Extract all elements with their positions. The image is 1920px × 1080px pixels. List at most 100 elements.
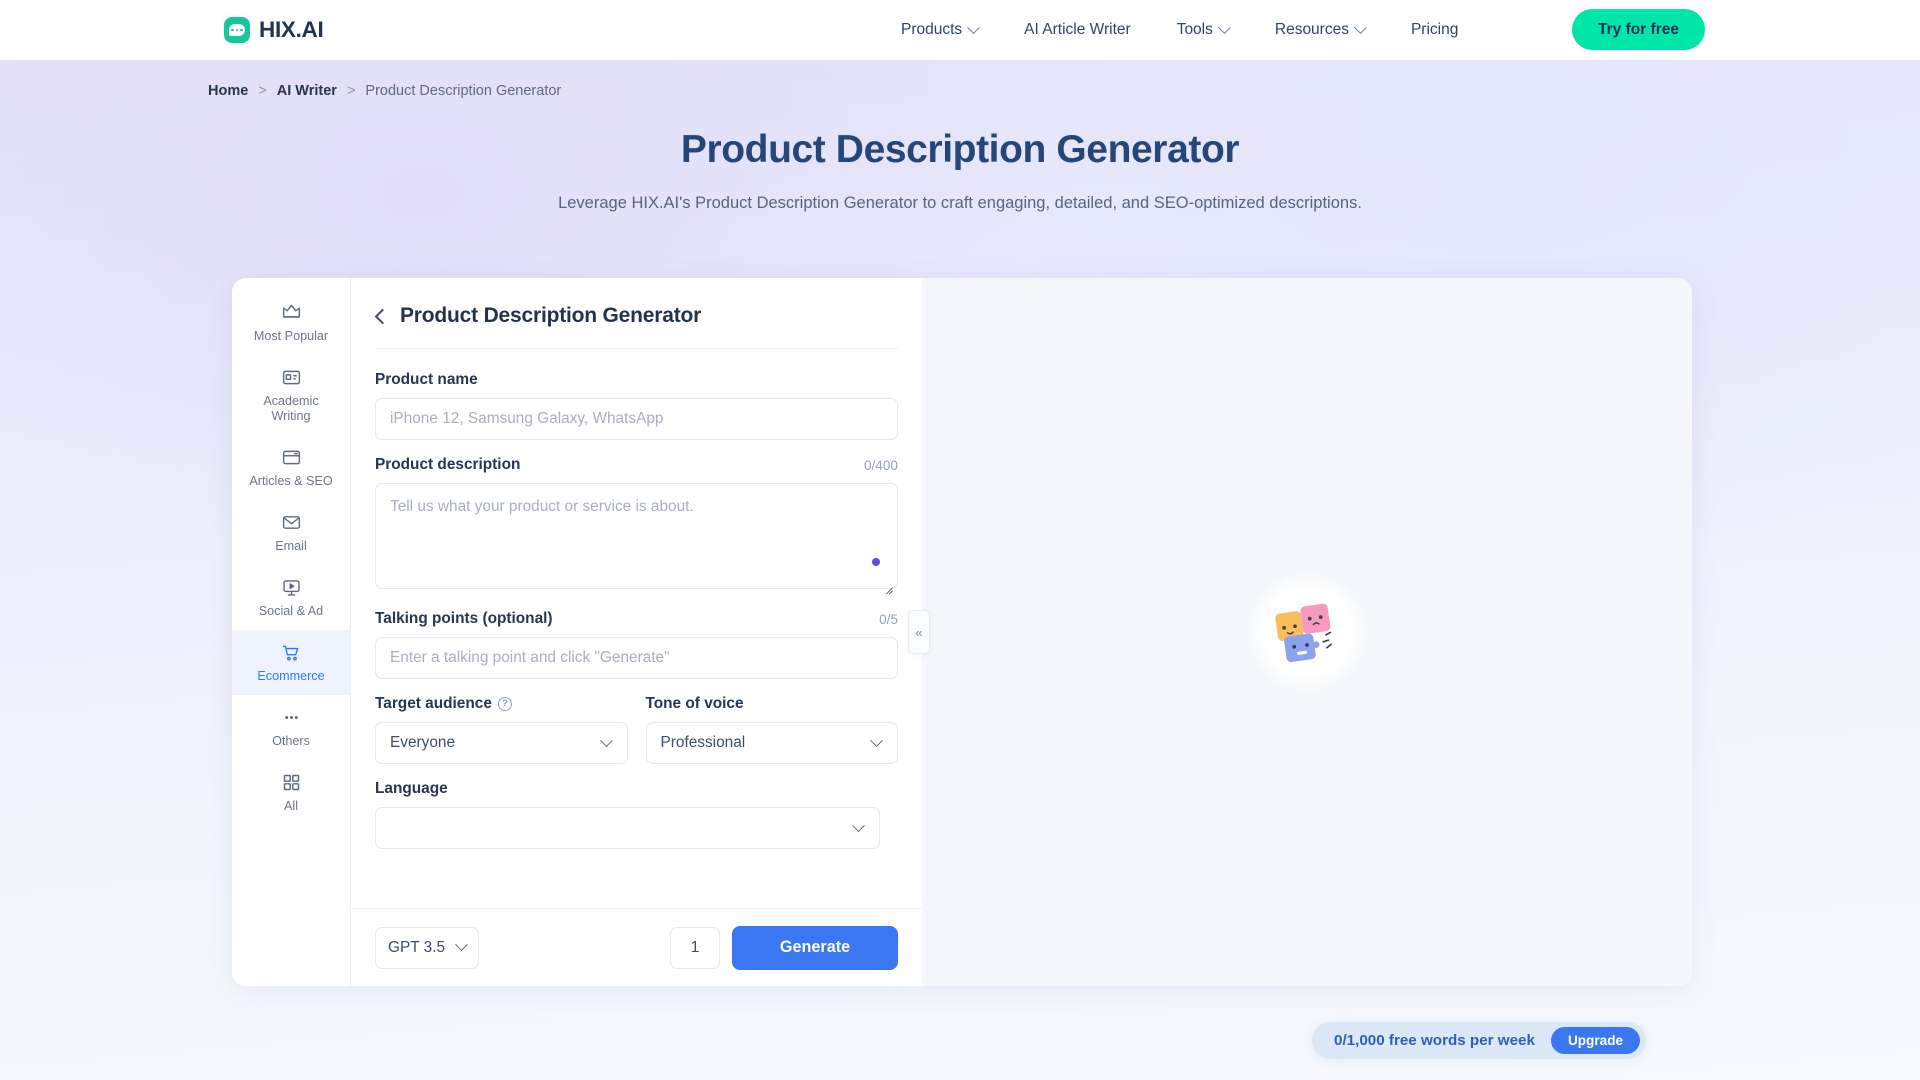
chevron-down-icon (967, 20, 981, 34)
double-chevron-left-icon: « (915, 624, 923, 640)
form-fields: Product name Product description 0/400 (351, 349, 922, 908)
field-product-name: Product name (375, 371, 898, 440)
nav-item-tools[interactable]: Tools (1154, 0, 1252, 60)
sidebar-item-label: Most Popular (253, 329, 329, 343)
sidebar-item-others[interactable]: Others (232, 695, 350, 760)
monitor-play-icon (281, 577, 302, 598)
nav-label: Products (901, 21, 963, 38)
target-audience-select[interactable]: Everyone (375, 722, 628, 764)
breadcrumb-item-home[interactable]: Home (208, 83, 248, 99)
chevron-down-icon (1354, 20, 1367, 34)
output-quantity-input[interactable] (670, 926, 720, 969)
breadcrumb: Home > AI Writer > Product Description G… (208, 83, 561, 99)
field-product-description: Product description 0/400 (375, 456, 898, 594)
talking-points-label: Talking points (optional) (375, 610, 553, 627)
product-name-label: Product name (375, 371, 478, 388)
form-header: Product Description Generator (351, 278, 922, 328)
try-for-free-button[interactable]: Try for free (1572, 9, 1705, 50)
ai-assist-dot-icon[interactable] (872, 558, 880, 566)
collapse-panel-button[interactable]: « (908, 610, 930, 654)
target-audience-label: Target audience ? (375, 695, 512, 713)
model-value: GPT 3.5 (388, 938, 446, 956)
page-subtitle: Leverage HIX.AI's Product Description Ge… (558, 194, 1362, 212)
tone-of-voice-select[interactable]: Professional (645, 722, 898, 764)
label-row: Talking points (optional) 0/5 (375, 610, 898, 628)
breadcrumb-item-current: Product Description Generator (365, 83, 562, 99)
sidebar-item-label: Articles & SEO (249, 474, 333, 488)
language-row (375, 807, 898, 849)
sidebar-item-label: Email (275, 539, 307, 553)
nav-links: Products AI Article Writer Tools Resourc… (878, 0, 1481, 60)
form-action-bar: GPT 3.5 Generate (351, 908, 922, 986)
puzzle-pieces-illustration (1248, 573, 1366, 691)
model-select[interactable]: GPT 3.5 (375, 926, 480, 969)
product-name-input[interactable] (375, 398, 898, 440)
talking-points-counter: 0/5 (879, 611, 898, 627)
nav-item-resources[interactable]: Resources (1252, 0, 1388, 60)
language-label: Language (375, 780, 448, 797)
grid-squares-icon (281, 772, 302, 793)
breadcrumb-item-ai-writer[interactable]: AI Writer (277, 83, 337, 99)
label-row: Language (375, 780, 898, 798)
breadcrumb-separator: > (346, 83, 356, 99)
sidebar-item-academic-writing[interactable]: Academic Writing (232, 355, 350, 435)
talking-points-input[interactable] (375, 637, 898, 679)
field-target-audience: Target audience ? Everyone (375, 695, 628, 764)
generator-app-card: Most Popular Academic Writing Articles &… (232, 278, 1692, 986)
nav-item-ai-article-writer[interactable]: AI Article Writer (1001, 0, 1154, 60)
sidebar-item-label: All (284, 799, 298, 813)
field-language: Language (375, 780, 898, 849)
id-card-icon (281, 367, 302, 388)
select-value: Professional (660, 734, 746, 751)
sidebar-item-label: Others (272, 734, 310, 748)
question-mark-icon[interactable]: ? (497, 697, 512, 711)
product-description-textarea[interactable] (375, 483, 898, 589)
generator-form-panel: Product Description Generator Product na… (350, 278, 922, 986)
field-talking-points: Talking points (optional) 0/5 (375, 610, 898, 679)
nav-item-products[interactable]: Products (878, 0, 1001, 60)
category-sidebar: Most Popular Academic Writing Articles &… (232, 278, 350, 986)
sidebar-item-most-popular[interactable]: Most Popular (232, 290, 350, 355)
puzzle-svg (1275, 603, 1332, 663)
chevron-down-icon (599, 733, 613, 747)
chevron-down-icon (870, 733, 883, 747)
chat-bubble-logo-icon (224, 17, 250, 43)
chevron-down-icon (1218, 20, 1231, 34)
form-title: Product Description Generator (400, 304, 702, 327)
tone-of-voice-label: Tone of voice (645, 695, 744, 712)
page-title: Product Description Generator (680, 128, 1240, 171)
shopping-cart-icon (281, 642, 302, 663)
product-description-counter: 0/400 (863, 457, 898, 473)
sidebar-item-email[interactable]: Email (232, 500, 350, 565)
sidebar-item-all[interactable]: All (232, 760, 350, 825)
select-value: Everyone (390, 734, 456, 751)
crown-icon (281, 302, 302, 323)
label-text: Target audience (375, 695, 492, 712)
brand-name: HIX.AI (259, 17, 324, 42)
nav-item-pricing[interactable]: Pricing (1388, 0, 1481, 60)
ellipsis-icon (281, 707, 302, 728)
sidebar-item-social-ad[interactable]: Social & Ad (232, 565, 350, 630)
nav-label: Pricing (1410, 21, 1459, 38)
sidebar-item-articles-seo[interactable]: Articles & SEO (232, 435, 350, 500)
label-row: Product description 0/400 (375, 456, 898, 474)
upgrade-button[interactable]: Upgrade (1550, 1027, 1641, 1054)
textarea-resize-handle[interactable] (882, 579, 894, 591)
chevron-down-icon (852, 818, 865, 832)
language-select[interactable] (375, 807, 880, 849)
top-navigation-bar: HIX.AI Products AI Article Writer Tools … (0, 0, 1920, 60)
label-row: Product name (375, 371, 898, 389)
brand-logo-link[interactable]: HIX.AI (224, 17, 324, 43)
sidebar-item-ecommerce[interactable]: Ecommerce (232, 630, 350, 695)
nav-label: AI Article Writer (1024, 21, 1131, 38)
generate-button[interactable]: Generate (732, 925, 898, 970)
breadcrumb-separator: > (258, 83, 267, 99)
sidebar-item-label: Ecommerce (257, 669, 325, 683)
nav-label: Tools (1176, 21, 1213, 38)
quota-status-pill: 0/1,000 free words per week Upgrade (1312, 1022, 1647, 1059)
quota-text: 0/1,000 free words per week (1334, 1032, 1535, 1049)
nav-label: Resources (1274, 21, 1349, 38)
label-row: Target audience ? (375, 695, 628, 713)
browser-window-icon (281, 447, 302, 468)
chevron-left-icon[interactable] (374, 308, 391, 324)
